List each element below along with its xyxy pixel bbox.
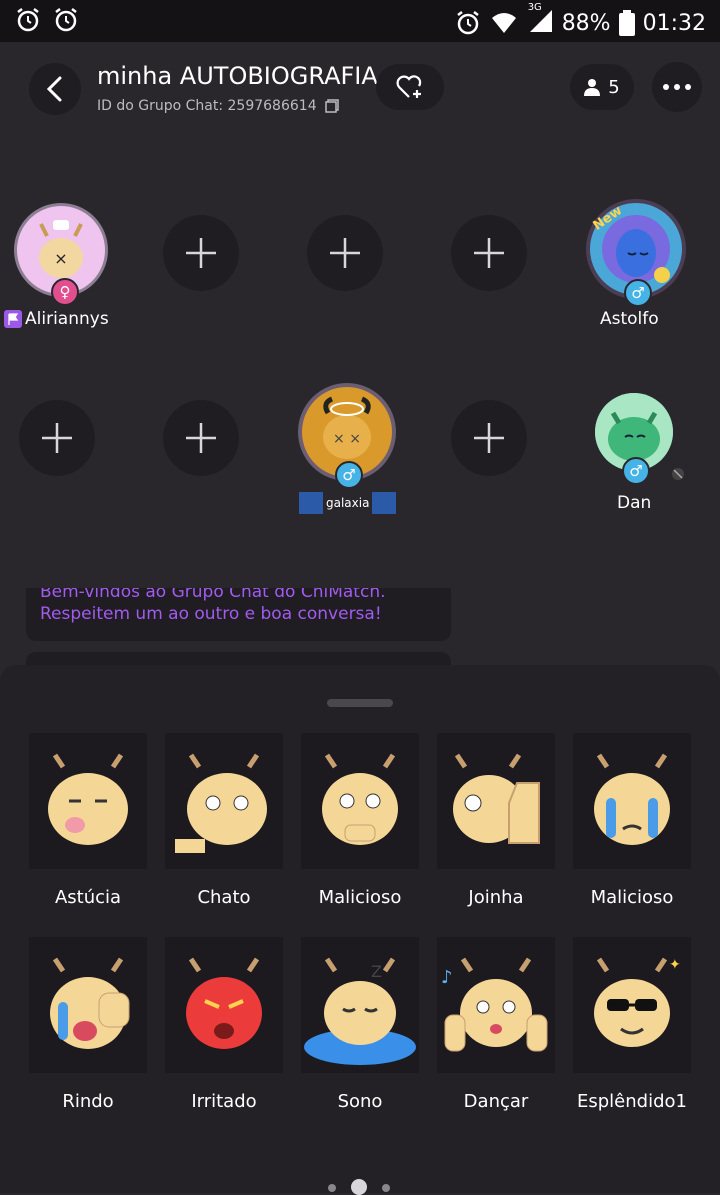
sticker-label: Malicioso xyxy=(590,887,674,908)
sticker[interactable] xyxy=(165,937,283,1073)
seat-avatar-astolfo[interactable]: New ♂ xyxy=(586,199,686,307)
sticker-label: Joinha xyxy=(468,887,524,908)
empty-seat[interactable] xyxy=(19,400,95,476)
deer-bored-icon xyxy=(175,753,267,853)
plus-icon xyxy=(330,238,360,268)
empty-seat[interactable] xyxy=(163,400,239,476)
flag-icon xyxy=(4,310,22,328)
battery-icon xyxy=(618,10,635,36)
svg-text:♪: ♪ xyxy=(441,967,453,988)
empty-seat[interactable] xyxy=(307,215,383,291)
svg-text:✦: ✦ xyxy=(669,957,681,973)
male-badge: ♂ xyxy=(624,279,652,307)
sparkle-decoration-icon xyxy=(299,492,323,514)
seat-name-text: Aliriannys xyxy=(25,309,109,329)
deer-crying-icon xyxy=(594,753,670,845)
status-bar: 3G 88% 01:32 xyxy=(0,0,720,42)
members-count: 5 xyxy=(608,76,620,98)
seat-name-aliriannys: Aliriannys xyxy=(4,309,109,329)
male-badge: ♂ xyxy=(622,457,650,485)
seat-name-astolfo: Astolfo xyxy=(600,309,659,329)
sticker[interactable]: ♪ xyxy=(437,937,555,1073)
members-button[interactable]: 5 xyxy=(570,64,634,110)
svg-text:Z: Z xyxy=(371,962,382,981)
plus-icon xyxy=(42,423,72,453)
sticker[interactable] xyxy=(165,733,283,869)
sticker-label: Dançar xyxy=(463,1091,529,1112)
chat-title: minha AUTOBIOGRAFIA xyxy=(97,62,378,90)
plus-icon xyxy=(474,238,504,268)
deer-sly-icon xyxy=(48,753,128,845)
plus-icon xyxy=(186,238,216,268)
deer-angry-icon xyxy=(186,957,262,1049)
sticker[interactable] xyxy=(437,733,555,869)
sparkle-decoration-icon xyxy=(372,492,397,514)
welcome-message: Bem-vindos ao Grupo Chat do ChiMatch. Re… xyxy=(26,588,451,641)
deer-sunglasses-icon: ✦ xyxy=(594,957,681,1047)
sticker-label: Irritado xyxy=(191,1091,257,1112)
page-indicator-dot[interactable] xyxy=(382,1184,390,1192)
wifi-icon xyxy=(491,13,516,33)
sticker[interactable]: ✦ xyxy=(573,937,691,1073)
chat-header: minha AUTOBIOGRAFIA ID do Grupo Chat: 25… xyxy=(0,42,720,142)
sticker-label: Esplêndido1 xyxy=(577,1091,687,1112)
sticker[interactable] xyxy=(573,733,691,869)
back-button[interactable] xyxy=(29,63,81,115)
clock: 01:32 xyxy=(642,10,706,36)
deer-thumbs-up-icon xyxy=(453,753,540,844)
plus-icon xyxy=(474,423,504,453)
sticker[interactable] xyxy=(29,937,147,1073)
deer-sleeping-icon: Z xyxy=(304,957,416,1065)
seat-avatar-galaxia[interactable]: × × ♂ xyxy=(298,383,396,489)
svg-text:× ×: × × xyxy=(333,431,361,447)
chat-id: ID do Grupo Chat: 2597686614 xyxy=(97,98,339,114)
deer-sneaky-icon xyxy=(322,753,398,845)
person-icon xyxy=(584,79,601,96)
empty-seat[interactable] xyxy=(451,215,527,291)
seat-name-dan: Dan xyxy=(617,493,652,513)
battery-percent: 88% xyxy=(561,10,611,36)
seat-avatar-aliriannys[interactable]: × ♀ xyxy=(14,203,108,306)
seat-name-text: galaxia xyxy=(326,496,370,510)
plus-icon xyxy=(186,423,216,453)
more-options-button[interactable] xyxy=(652,62,702,112)
empty-seat[interactable] xyxy=(451,400,527,476)
female-badge: ♀ xyxy=(51,278,79,306)
alarm-icon xyxy=(55,8,77,32)
network-type: 3G xyxy=(527,2,542,13)
deer-dancing-icon: ♪ xyxy=(441,957,548,1052)
copy-icon[interactable] xyxy=(324,99,339,113)
alarm-icon xyxy=(17,8,39,32)
sticker-label: Chato xyxy=(197,887,251,908)
sticker[interactable]: Z xyxy=(301,937,419,1073)
male-badge: ♂ xyxy=(335,461,363,489)
sticker[interactable] xyxy=(29,733,147,869)
welcome-line-1: Bem-vindos ao Grupo Chat do ChiMatch. xyxy=(40,588,386,602)
sticker-label: Rindo xyxy=(62,1091,114,1112)
seat-name-galaxia: galaxia xyxy=(299,492,397,514)
svg-text:×: × xyxy=(54,249,67,268)
sticker-label: Astúcia xyxy=(54,887,122,908)
sticker[interactable] xyxy=(301,733,419,869)
more-icon xyxy=(663,84,691,90)
deer-laughing-icon xyxy=(50,957,130,1049)
muted-mic-icon xyxy=(672,468,684,480)
empty-seat[interactable] xyxy=(163,215,239,291)
chat-id-text: ID do Grupo Chat: 2597686614 xyxy=(97,98,317,114)
heart-plus-icon xyxy=(396,75,422,98)
sticker-label: Sono xyxy=(337,1091,383,1112)
page-indicator-dot[interactable] xyxy=(328,1184,336,1192)
seat-avatar-dan[interactable]: ♂ xyxy=(595,393,684,485)
drag-handle[interactable] xyxy=(327,699,393,707)
alarm-clock-icon xyxy=(456,11,479,35)
chevron-left-icon xyxy=(46,76,62,102)
add-favorite-button[interactable] xyxy=(376,64,444,110)
welcome-line-2: Respeitem um ao outro e boa conversa! xyxy=(40,604,382,624)
sticker-label: Malicioso xyxy=(318,887,402,908)
